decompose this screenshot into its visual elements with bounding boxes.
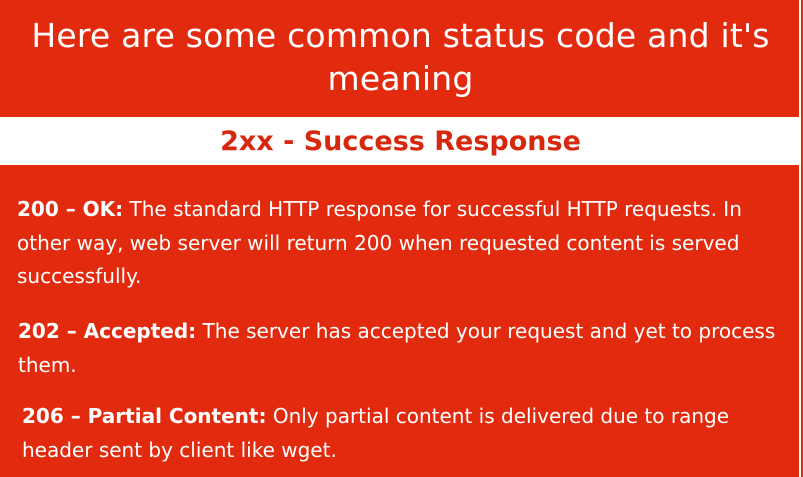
status-code-label: 206 – Partial Content: [22,404,267,428]
status-description: The standard HTTP response for successfu… [17,197,742,288]
status-entry-200: 200 – OK: The standard HTTP response for… [17,193,777,294]
slide-frame: Here are some common status code and it'… [0,0,801,477]
status-entry-202: 202 – Accepted: The server has accepted … [18,315,778,382]
section-header-band: 2xx - Success Response [0,117,801,165]
status-code-label: 202 – Accepted: [18,319,197,343]
status-entry-206: 206 – Partial Content: Only partial cont… [22,400,762,467]
section-heading: 2xx - Success Response [220,125,581,157]
page-title: Here are some common status code and it'… [31,16,770,98]
status-code-label: 200 – OK: [17,197,124,221]
